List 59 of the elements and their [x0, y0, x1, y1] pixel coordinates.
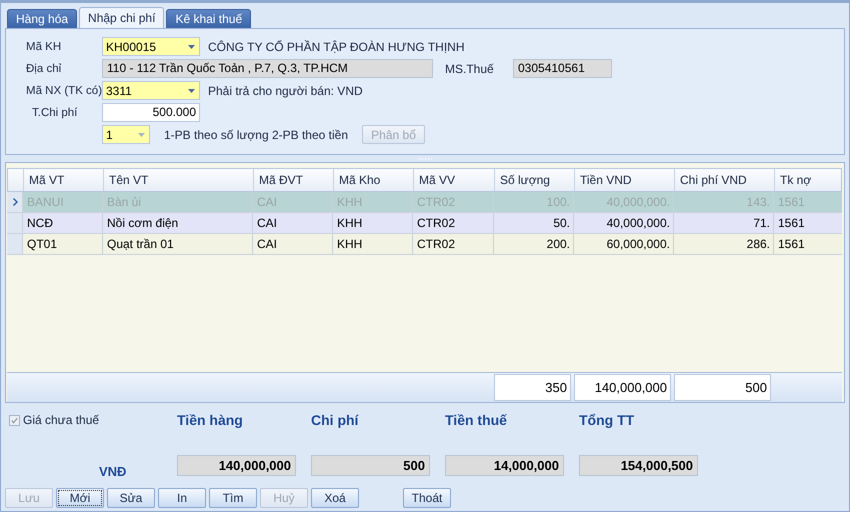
combo-box[interactable]: 1	[102, 125, 150, 144]
column-header[interactable]: Mã Kho	[333, 169, 413, 191]
field-label: MS.Thuế	[445, 62, 495, 76]
summary-value: 140,000,000	[177, 455, 296, 476]
column-header[interactable]: Mã VV	[413, 169, 494, 191]
toolbar-button[interactable]: Mới	[56, 488, 104, 508]
total-field: 500	[674, 374, 771, 401]
summary-label: Tiền thuế	[444, 411, 508, 428]
column-header[interactable]: Mã VT	[23, 169, 103, 191]
dropdown-arrow-icon[interactable]	[188, 88, 195, 92]
tab[interactable]: Nhập chi phí	[79, 7, 164, 28]
field-label: Mã KH	[26, 40, 62, 52]
field-label: T.Chi phí	[31, 106, 78, 118]
column-header[interactable]: Mã ĐVT	[253, 169, 333, 191]
table-cell: Quạt trần 01	[102, 234, 252, 255]
dropdown-arrow-icon[interactable]	[188, 44, 195, 48]
table-cell: QT01	[22, 234, 102, 255]
toolbar-button[interactable]: In	[158, 488, 206, 508]
table-cell: 60,000,000.	[573, 234, 673, 255]
summary-label: Tiền hàng	[176, 411, 244, 428]
table-cell: KHH	[332, 234, 412, 255]
summary-value: 154,000,500	[579, 455, 698, 476]
column-header[interactable]: Tên VT	[103, 169, 253, 191]
table-cell: 1561	[773, 234, 842, 255]
total-field: 140,000,000	[574, 374, 671, 401]
tab[interactable]: Hàng hóa	[7, 9, 78, 28]
table-cell: CTR02	[412, 234, 493, 255]
checkbox-label: Giá chưa thuế	[23, 413, 100, 427]
toolbar-button[interactable]: Xoá	[311, 488, 359, 508]
combo-box[interactable]: 3311	[102, 81, 200, 100]
total-field: 350	[494, 374, 571, 401]
column-header[interactable]: Tk nợ	[774, 169, 841, 191]
tax-code-field: 0305410561	[513, 59, 612, 78]
toolbar-button[interactable]: Tìm	[209, 488, 257, 508]
summary-value: 500	[311, 455, 430, 476]
toolbar-button[interactable]: Sửa	[107, 488, 155, 508]
table-cell: 200.	[493, 234, 573, 255]
summary-value: 14,000,000	[445, 455, 564, 476]
field-label: Địa chỉ	[26, 62, 62, 74]
combo-box[interactable]: KH00015	[102, 37, 200, 56]
cost-field[interactable]: 500.000	[102, 103, 200, 122]
tab[interactable]: Kê khai thuế	[166, 9, 252, 28]
currency-label: VNĐ	[98, 463, 128, 479]
summary-label: Tổng TT	[578, 411, 636, 428]
summary-label: Chi phí	[310, 411, 360, 428]
field-label: Mã NX (TK có)	[26, 84, 100, 96]
exit-button[interactable]: Thoát	[403, 488, 451, 508]
address-field: 110 - 112 Trần Quốc Toản , P.7, Q.3, TP.HCM	[102, 59, 433, 78]
customer-name: CÔNG TY CỔ PHẦN TẬP ĐOÀN HƯNG THỊNH	[208, 40, 465, 54]
table-row[interactable]: QT01 Quạt trần 01 CAI KHH CTR02 200. 60,000,000. 286. 1561	[7, 234, 842, 255]
column-header[interactable]: Tiền VND	[574, 169, 674, 191]
table-row[interactable]: NCĐ Nồi cơm điện CAI KHH CTR02 50. 40,000,000. 71. 1561	[7, 213, 842, 234]
method-hint: 1-PB theo số lượng 2-PB theo tiền	[164, 128, 348, 142]
currency-note: Phải trả cho người bán: VND	[208, 84, 363, 98]
table-cell: 286.	[673, 234, 773, 255]
column-header[interactable]: Chi phí VND	[674, 169, 774, 191]
row-pointer-icon	[12, 198, 18, 206]
table-cell: CAI	[252, 234, 332, 255]
column-header[interactable]: Số lượng	[494, 169, 574, 191]
